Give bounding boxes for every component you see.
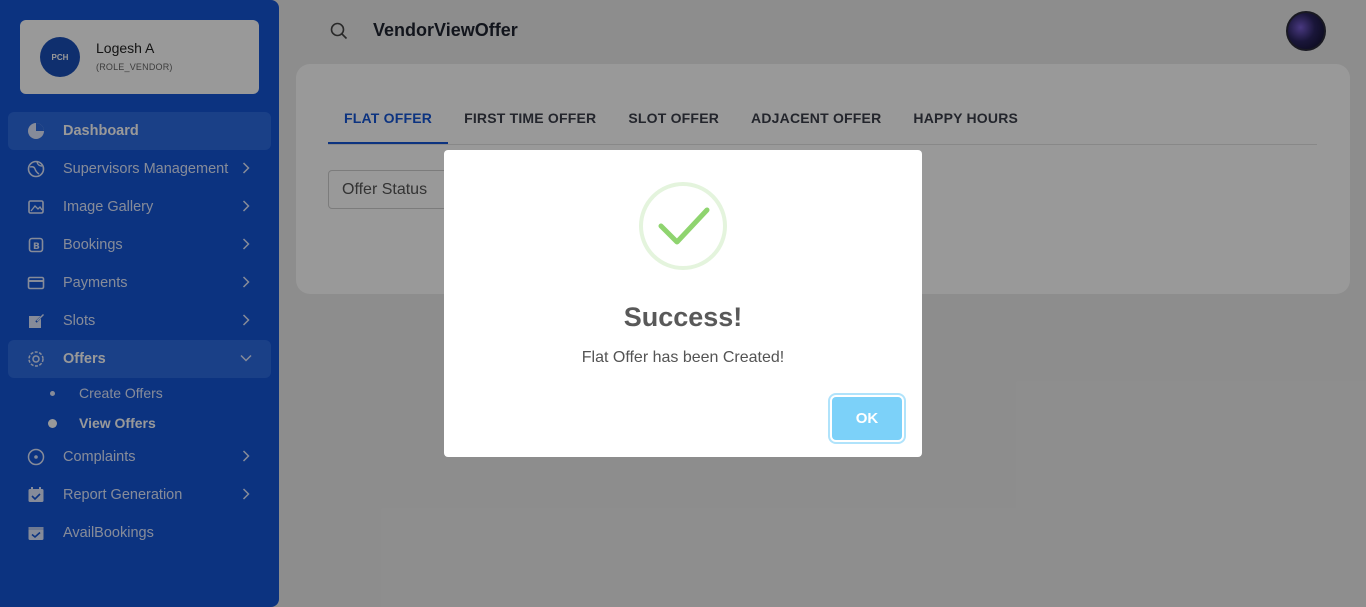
dialog-title: Success! xyxy=(623,302,743,332)
success-dialog: Success! Flat Offer has been Created! OK xyxy=(444,150,922,457)
check-icon xyxy=(658,207,710,245)
dialog-message: Flat Offer has been Created! xyxy=(581,349,785,366)
success-icon-ring xyxy=(639,182,727,270)
ok-button[interactable]: OK xyxy=(832,397,902,440)
